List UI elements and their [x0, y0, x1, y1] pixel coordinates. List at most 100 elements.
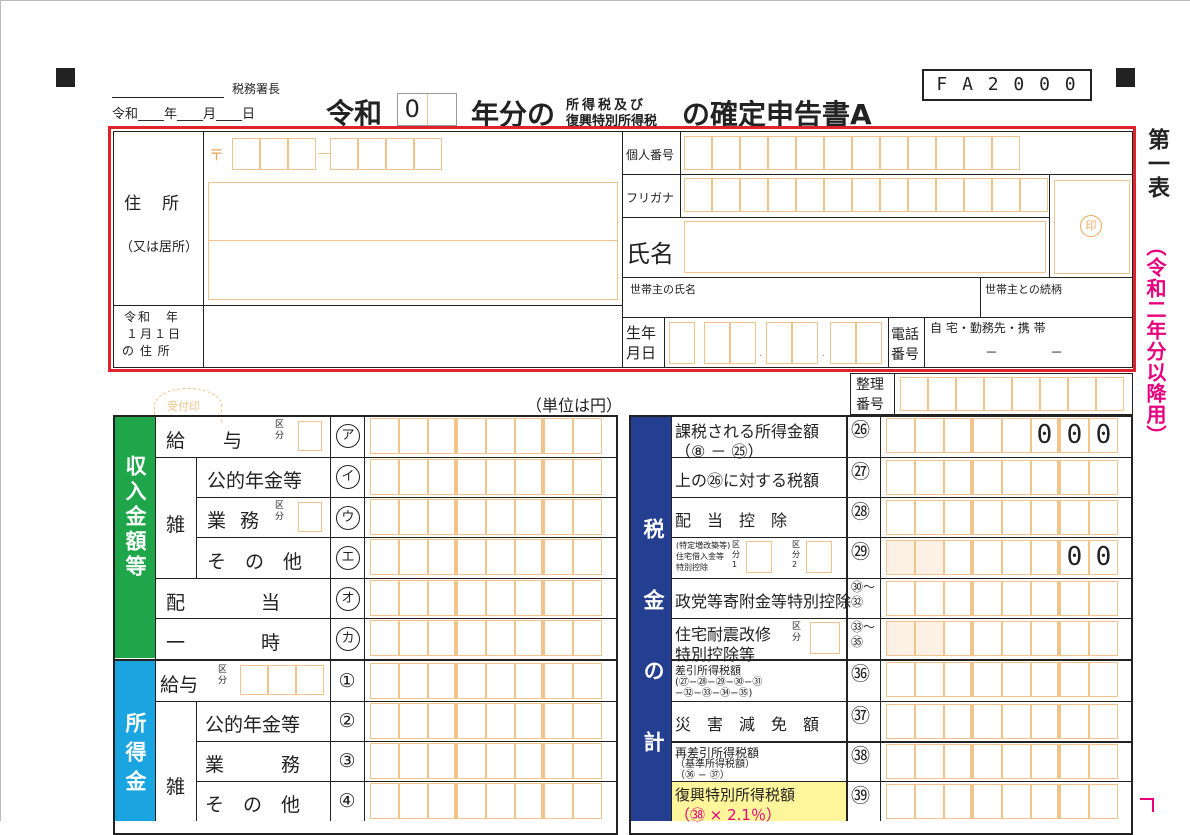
tax-amount-input[interactable]	[886, 784, 1118, 819]
postal-mark: 〒	[209, 146, 225, 164]
tax-amount-input[interactable]	[886, 621, 1118, 656]
page-left-edge	[0, 0, 1, 821]
income-amount-input[interactable]	[370, 499, 602, 535]
divider	[622, 174, 1133, 175]
tax-amount-input[interactable]	[886, 704, 1118, 739]
my-number-input[interactable]	[684, 136, 1020, 170]
tax-row-label: （㊳ × 2.1％）	[675, 806, 781, 824]
tax-amount-input[interactable]: 00	[886, 540, 1118, 575]
shotoku-amount-input[interactable]	[370, 663, 602, 699]
income-temporary-label: 一 時	[166, 632, 281, 654]
tax-row-mark: ㉙	[851, 541, 871, 563]
kubun-input[interactable]	[810, 622, 840, 654]
furigana-label: フリガナ	[626, 191, 675, 205]
mark-4-icon: ④	[338, 790, 356, 812]
income-salary-kubun-input[interactable]	[298, 421, 322, 451]
mark-i-icon: イ	[336, 465, 360, 489]
kubun-label: 区分	[275, 420, 285, 441]
postal-code-second[interactable]	[330, 138, 442, 170]
birth-dot: .	[822, 348, 826, 359]
tax-amount-input[interactable]	[886, 662, 1118, 697]
kubun-label: 区分	[792, 622, 802, 643]
divider	[664, 317, 665, 368]
jan-address-input[interactable]	[204, 306, 622, 368]
tax-row-label: 配 当 控 除	[675, 511, 788, 530]
divider	[671, 618, 1133, 619]
tax-amount-input[interactable]	[886, 581, 1118, 616]
mark-1-icon: ①	[338, 670, 356, 692]
income-amount-input[interactable]	[370, 539, 602, 575]
divider	[622, 277, 1133, 278]
tax-row-label: 政党等寄附金等特別控除	[675, 592, 852, 611]
tax-office-label: 税務署長	[232, 82, 281, 96]
shotoku-zatsu-label: 雑	[166, 776, 186, 798]
income-amount-input[interactable]	[370, 459, 602, 495]
tax-row-label: (特定増改築等)	[676, 541, 731, 550]
income-amount-input[interactable]	[370, 418, 602, 454]
tax-amount-input[interactable]	[886, 744, 1118, 779]
furigana-input[interactable]	[684, 178, 1048, 212]
kubun-input[interactable]	[806, 541, 832, 573]
tax-row-mark: ㊱	[851, 663, 871, 685]
phone-label-2: 番号	[891, 347, 919, 363]
mark-2-icon: ②	[338, 710, 356, 732]
year-box[interactable]: 0	[397, 93, 457, 126]
tax-amount-input[interactable]	[886, 500, 1118, 535]
jan-address-label-2: １月１日	[126, 327, 183, 341]
address-input[interactable]	[208, 182, 618, 300]
tax-amount-input[interactable]: 000	[886, 418, 1118, 453]
divider	[155, 618, 618, 619]
divider	[622, 217, 1050, 218]
mark-ka-icon: カ	[336, 627, 360, 651]
tax-row-label: （㊱ − ㊲）	[675, 770, 730, 781]
mark-a-icon: ア	[336, 424, 360, 448]
seiri-number	[900, 377, 1124, 411]
unit-label: （単位は円）	[526, 396, 623, 415]
kubun-label: 区分2	[792, 540, 800, 569]
postal-code-first[interactable]	[232, 138, 316, 170]
divider	[671, 578, 1133, 579]
my-number-label: 個人番号	[626, 148, 675, 162]
jan-address-label-1: 令和 年	[124, 310, 181, 324]
divider	[671, 701, 1133, 702]
mark-u-icon: ウ	[336, 506, 360, 530]
divider	[196, 457, 197, 578]
tax-amount-input[interactable]	[886, 460, 1118, 495]
mark-e-icon: エ	[336, 546, 360, 570]
birth-year[interactable]	[704, 322, 756, 364]
tax-row-label: 復興特別所得税額	[675, 786, 796, 804]
birth-day[interactable]	[830, 322, 882, 364]
jan-address-label-3: の 住 所	[122, 344, 171, 358]
registration-mark-left	[56, 68, 75, 87]
kubun-label: 区分1	[732, 540, 740, 569]
shotoku-section-label: 所得金	[123, 712, 147, 799]
submission-date[interactable]: 令和____年____月____日	[112, 103, 255, 122]
divider	[155, 701, 618, 702]
income-business-kubun-input[interactable]	[298, 502, 322, 532]
income-business-label: 業 務	[207, 510, 264, 532]
shotoku-salary-kubun-input[interactable]	[240, 665, 324, 695]
tax-row-mark: ㉚〜㉜	[851, 580, 876, 609]
phone-number-input[interactable]: － －	[985, 342, 1063, 361]
tax-row-label: −㉜−㉝−㉞−㉟)	[675, 688, 753, 699]
income-amount-input[interactable]	[370, 580, 602, 616]
birth-era-box[interactable]	[669, 322, 695, 364]
shotoku-amount-input[interactable]	[370, 743, 602, 779]
seiri-label-1: 整理	[856, 377, 884, 393]
page-top-edge	[0, 0, 1190, 1]
shotoku-amount-input[interactable]	[370, 703, 602, 739]
divider	[894, 373, 895, 415]
divider	[196, 537, 618, 538]
shotoku-amount-input[interactable]	[370, 783, 602, 819]
name-input[interactable]	[684, 221, 1046, 273]
seal-icon: 印	[1080, 215, 1102, 237]
income-amount-input[interactable]	[370, 620, 602, 656]
birth-month[interactable]	[766, 322, 818, 364]
phone-label-1: 電話	[891, 327, 919, 343]
kubun-input[interactable]	[746, 541, 772, 573]
divider	[980, 277, 981, 317]
arrow-icon	[1140, 798, 1154, 812]
birth-label-1: 生年	[626, 324, 657, 342]
divider	[671, 741, 1133, 743]
phone-type-options[interactable]: 自 宅・勤務先・携 帯	[930, 319, 1046, 336]
